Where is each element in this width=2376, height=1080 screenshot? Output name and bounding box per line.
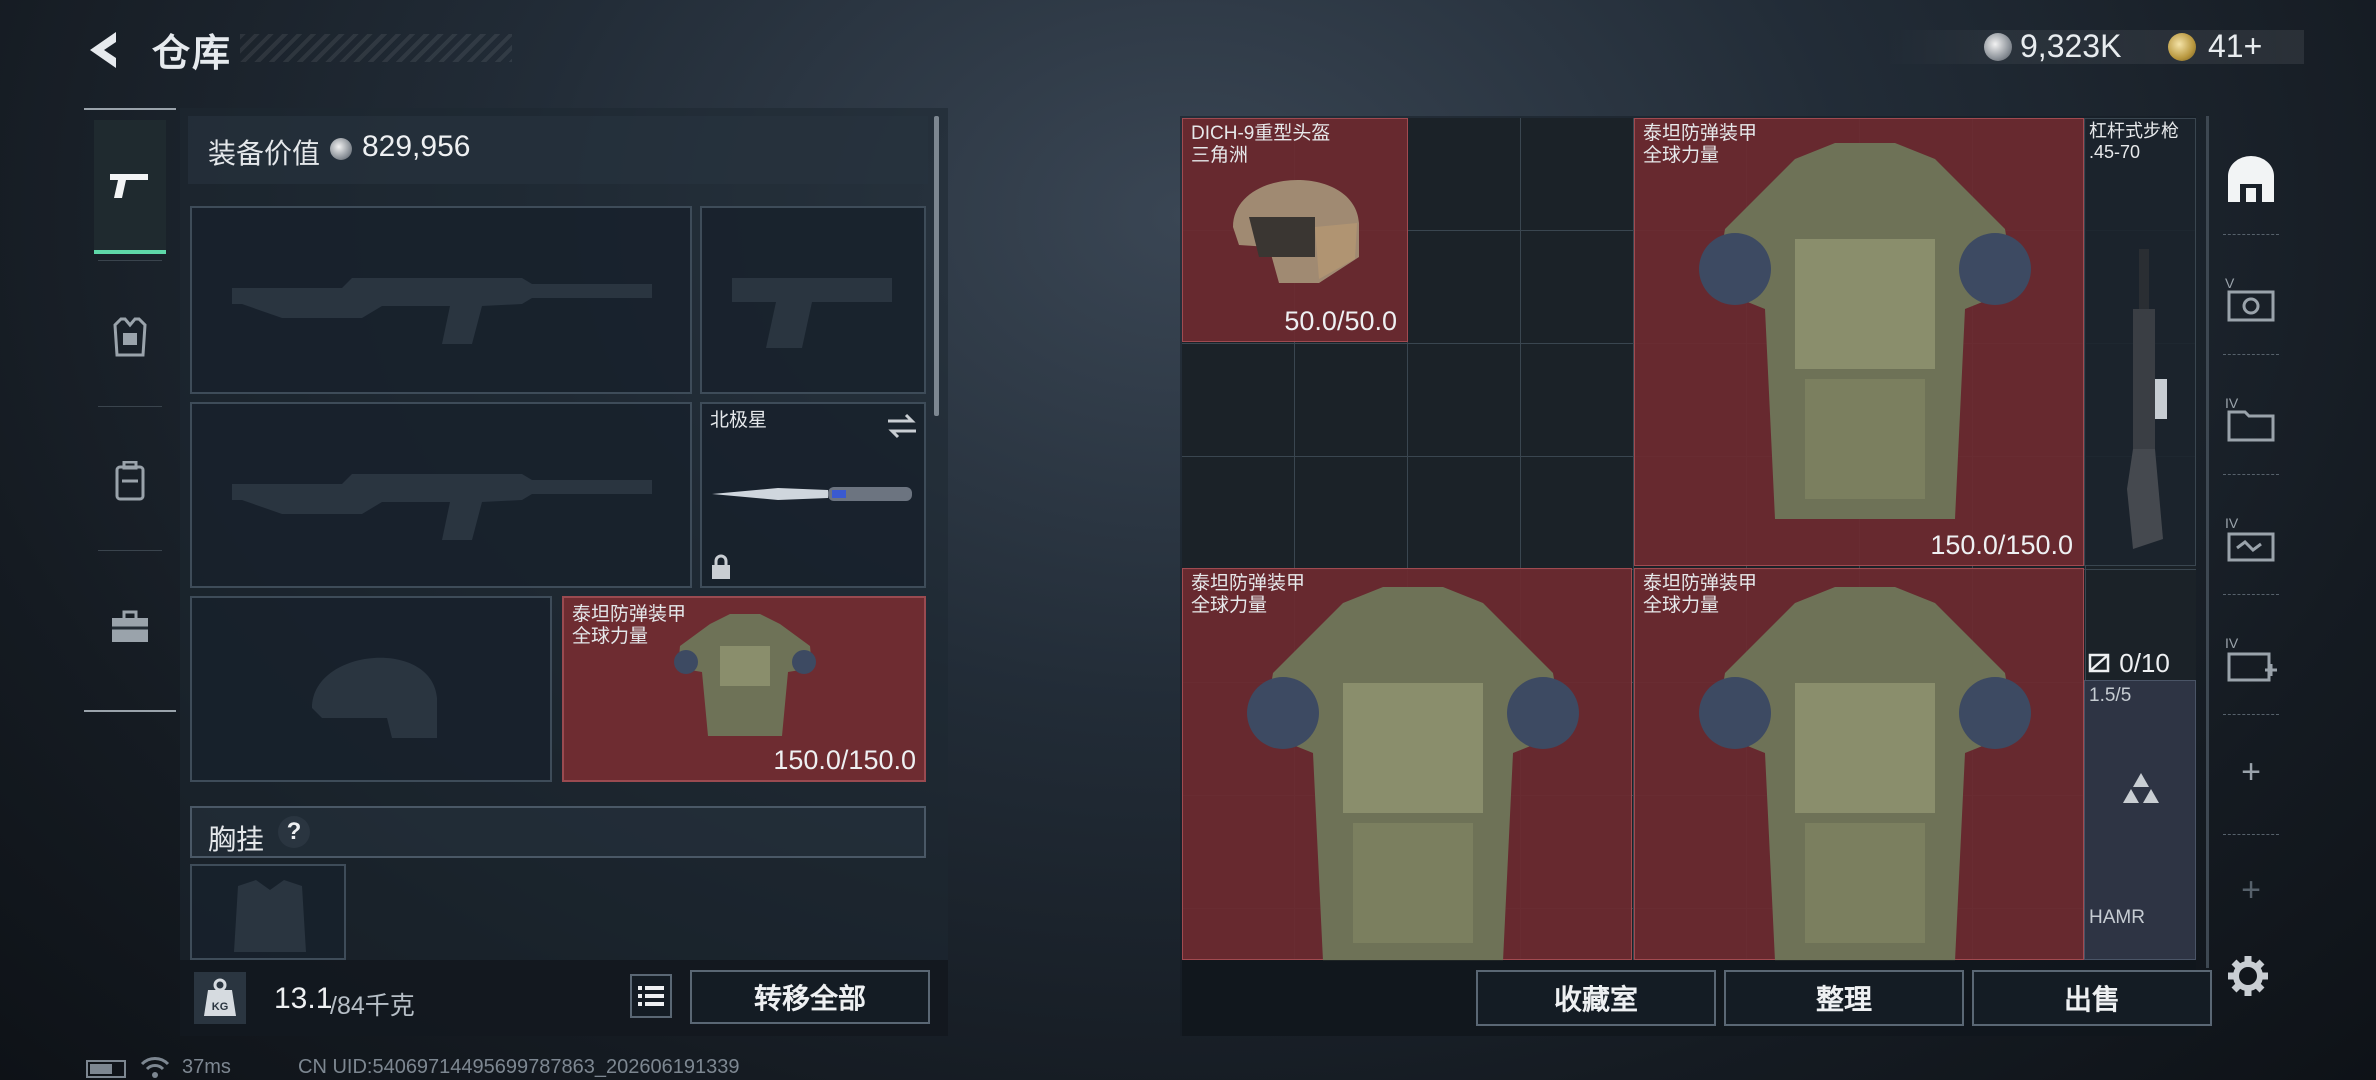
- back-arrow-icon: [90, 32, 116, 68]
- helmet-slot[interactable]: [190, 596, 552, 782]
- secondary-weapon-slot[interactable]: [190, 402, 692, 588]
- wifi-icon: [140, 1057, 170, 1078]
- title-decoration: [240, 34, 512, 62]
- melee-slot[interactable]: 北极星: [700, 402, 926, 588]
- list-icon: [638, 986, 664, 1006]
- inventory-bottom-bar: KG 13.1 /84千克 转移全部: [180, 960, 948, 1036]
- weight-max: /84千克: [330, 992, 415, 1020]
- rifle-silhouette-icon: [232, 278, 652, 344]
- add-storage-button-disabled[interactable]: +: [2209, 860, 2293, 920]
- svg-text:IV: IV: [2225, 395, 2239, 411]
- storage-box-icon: IV: [2225, 515, 2275, 562]
- tab-toolbox[interactable]: [94, 560, 166, 694]
- lever-rifle-item[interactable]: 杠杆式步枪 .45-70: [2084, 118, 2196, 566]
- ammo-icon: [2088, 653, 2110, 673]
- helmet-item[interactable]: DICH-9重型头盔 三角洲 50.0/50.0: [1182, 118, 1408, 342]
- scope-ratio: 1.5/5: [2089, 685, 2132, 706]
- tab-storage-iv-3[interactable]: IV: [2209, 626, 2293, 692]
- plus-icon: +: [2241, 752, 2261, 791]
- ammo-counter: 0/10: [2088, 648, 2170, 679]
- svg-text:IV: IV: [2225, 635, 2239, 651]
- sell-button[interactable]: 出售: [1972, 970, 2212, 1026]
- equipment-value: 829,956: [362, 130, 471, 163]
- svg-text:IV: IV: [2225, 515, 2239, 531]
- armor-vest-icon: [1699, 587, 2031, 961]
- helmet-silhouette-icon: [312, 657, 437, 738]
- tab-storage-v[interactable]: V: [2209, 266, 2293, 332]
- back-button[interactable]: [82, 26, 130, 74]
- silver-coin-icon: [1984, 33, 2012, 61]
- storage-tabs: V IV IV IV + +: [2206, 116, 2290, 968]
- transfer-all-button[interactable]: 转移全部: [690, 970, 930, 1024]
- tab-weapons[interactable]: [94, 120, 166, 254]
- melee-name: 北极星: [710, 410, 768, 431]
- toolbox-icon: [112, 610, 148, 642]
- add-storage-button[interactable]: +: [2209, 742, 2293, 802]
- pistol-icon: [110, 174, 148, 198]
- ping-readout: 37ms: [182, 1056, 231, 1078]
- tab-storage-iv-1[interactable]: IV: [2209, 386, 2293, 452]
- pistol-silhouette-icon: [732, 278, 892, 348]
- silver-coin-icon: [330, 138, 352, 160]
- helmet-durability: 50.0/50.0: [1284, 306, 1397, 336]
- chest-rig-section: 胸挂 ?: [190, 806, 926, 858]
- plus-icon: +: [2241, 870, 2261, 909]
- weight-value: 13.1: [274, 982, 333, 1015]
- armor-item[interactable]: 泰坦防弹装甲 全球力量: [1182, 568, 1632, 961]
- rifle-item-name: 杠杆式步枪 .45-70: [2089, 121, 2179, 162]
- page-title: 仓库: [152, 33, 233, 75]
- storage-folder-icon: IV: [2225, 395, 2275, 442]
- armor-name: 泰坦防弹装甲 全球力量: [572, 604, 687, 647]
- armor-durability: 150.0/150.0: [773, 745, 916, 775]
- player-uid: CN UID:5406971449569978786​3_20260619133…: [298, 1056, 740, 1078]
- coin-balance: 9,323K: [2020, 28, 2122, 64]
- armor-slot[interactable]: 泰坦防弹装甲 全球力量 150.0/150.0: [562, 596, 926, 782]
- storage-medical-icon: IV: [2225, 635, 2277, 682]
- tab-storage-iv-2[interactable]: IV: [2209, 506, 2293, 572]
- sort-button[interactable]: 整理: [1724, 970, 1964, 1026]
- svg-text:V: V: [2225, 275, 2235, 291]
- storage-crate-icon: V: [2225, 275, 2275, 322]
- tab-backpack[interactable]: [94, 414, 166, 548]
- vest-icon: [113, 317, 147, 357]
- collection-room-button[interactable]: 收藏室: [1476, 970, 1716, 1026]
- scope-name: HAMR: [2089, 907, 2145, 928]
- lever-rifle-icon: [2127, 249, 2167, 549]
- equipment-scrollbar[interactable]: [934, 116, 939, 416]
- equipment-value-bar: 装备价值 829,956: [188, 116, 928, 184]
- category-nav: [84, 108, 176, 712]
- scope-item[interactable]: 1.5/5 HAMR: [2084, 680, 2196, 960]
- tab-main-storage[interactable]: [2209, 146, 2293, 212]
- chest-rig-label: 胸挂: [208, 824, 265, 855]
- lock-icon: [712, 554, 730, 579]
- settings-button[interactable]: [2226, 954, 2270, 1003]
- battery-icon: [86, 1060, 126, 1078]
- backpack-icon: [115, 461, 145, 501]
- armor-vest-icon: [674, 614, 816, 736]
- swap-icon[interactable]: [886, 412, 918, 440]
- knife-icon: [712, 487, 912, 501]
- tri-rank-icon: [2123, 773, 2159, 803]
- list-view-button[interactable]: [630, 974, 672, 1018]
- armor-item-durability: 150.0/150.0: [1930, 530, 2073, 560]
- help-icon[interactable]: ?: [278, 816, 310, 848]
- armor-item[interactable]: 泰坦防弹装甲 全球力量 150.0/150.0: [1634, 118, 2084, 566]
- equipment-value-label: 装备价值: [208, 138, 321, 169]
- tab-armor[interactable]: [94, 270, 166, 404]
- helmet-icon: [1233, 179, 1359, 283]
- weight-icon: KG: [194, 972, 246, 1024]
- chest-rig-slot[interactable]: [190, 864, 346, 960]
- token-balance[interactable]: 41+: [2208, 28, 2262, 65]
- rifle-silhouette-icon: [232, 474, 652, 540]
- armor-vest-icon: [1247, 587, 1579, 961]
- pistol-slot[interactable]: [700, 206, 926, 394]
- svg-text:KG: KG: [212, 1001, 229, 1013]
- gold-token-icon: [2168, 33, 2196, 61]
- armor-vest-icon: [1699, 143, 2031, 519]
- armor-item[interactable]: 泰坦防弹装甲 全球力量: [1634, 568, 2084, 961]
- gear-icon: [2228, 956, 2268, 996]
- warehouse-icon: [2228, 156, 2274, 202]
- chest-rig-silhouette-icon: [234, 880, 306, 952]
- primary-weapon-slot[interactable]: [190, 206, 692, 394]
